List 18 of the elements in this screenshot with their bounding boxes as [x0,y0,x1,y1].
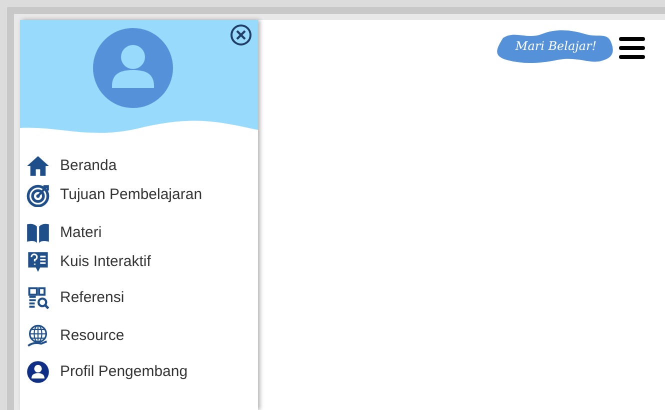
globe-hand-icon [26,324,50,348]
menu-item[interactable]: Profil Pengembang [26,359,258,385]
close-button[interactable] [230,24,252,46]
menu-item[interactable]: Referensi [26,285,258,311]
menu-item[interactable]: Materi [26,220,258,246]
document-search-icon [26,286,50,310]
menu-item[interactable]: Resource [26,323,258,349]
menu-item[interactable]: Tujuan Pembelajaran [26,182,258,208]
menu-button[interactable] [619,34,647,62]
question-list-icon [26,250,50,274]
target-icon [26,183,50,207]
person-circle-icon [26,360,50,384]
menu-item[interactable]: Beranda [26,153,258,179]
logo-text: Mari Belajar! [515,38,597,55]
house-icon [26,154,50,178]
avatar-icon [93,28,173,108]
book-icon [26,221,50,245]
menu-item[interactable]: Kuis Interaktif [26,249,258,275]
